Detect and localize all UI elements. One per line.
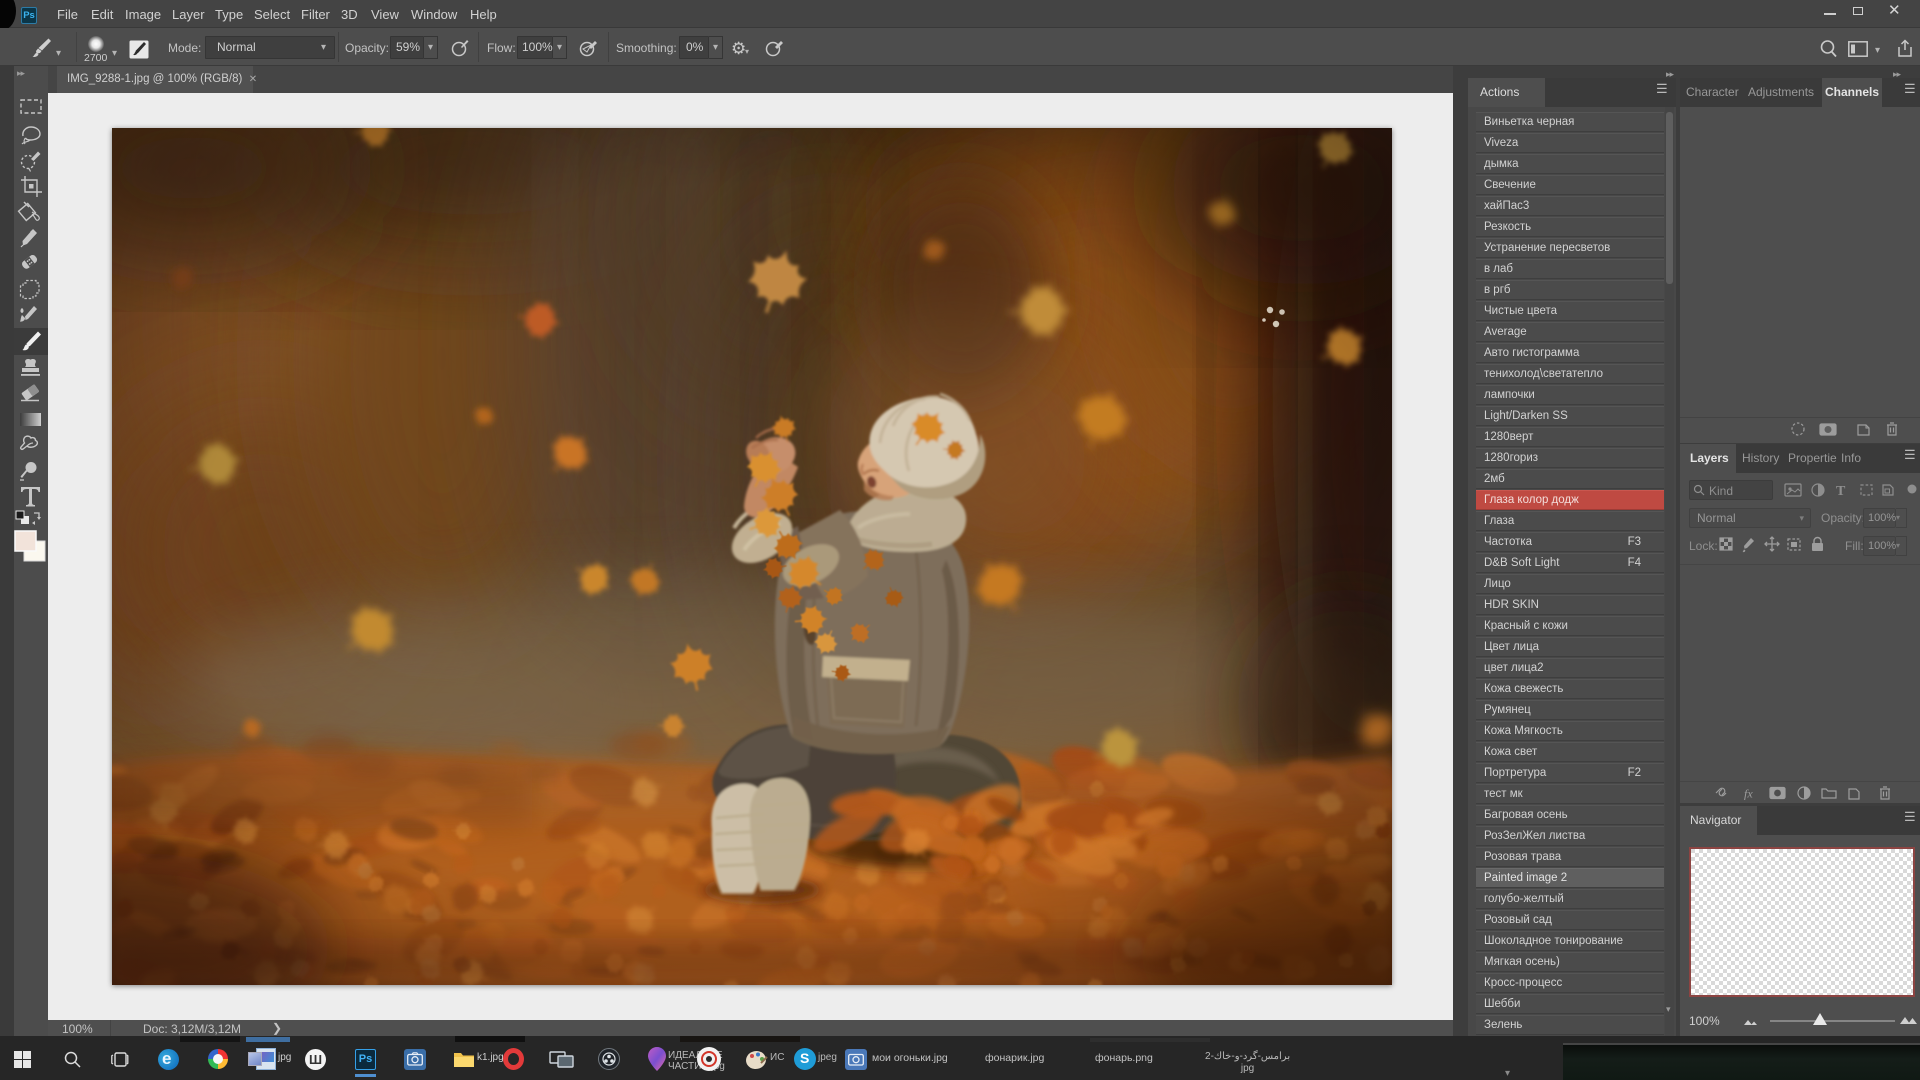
svg-text:T: T bbox=[1836, 484, 1846, 499]
svg-text:fx: fx bbox=[1744, 787, 1753, 801]
